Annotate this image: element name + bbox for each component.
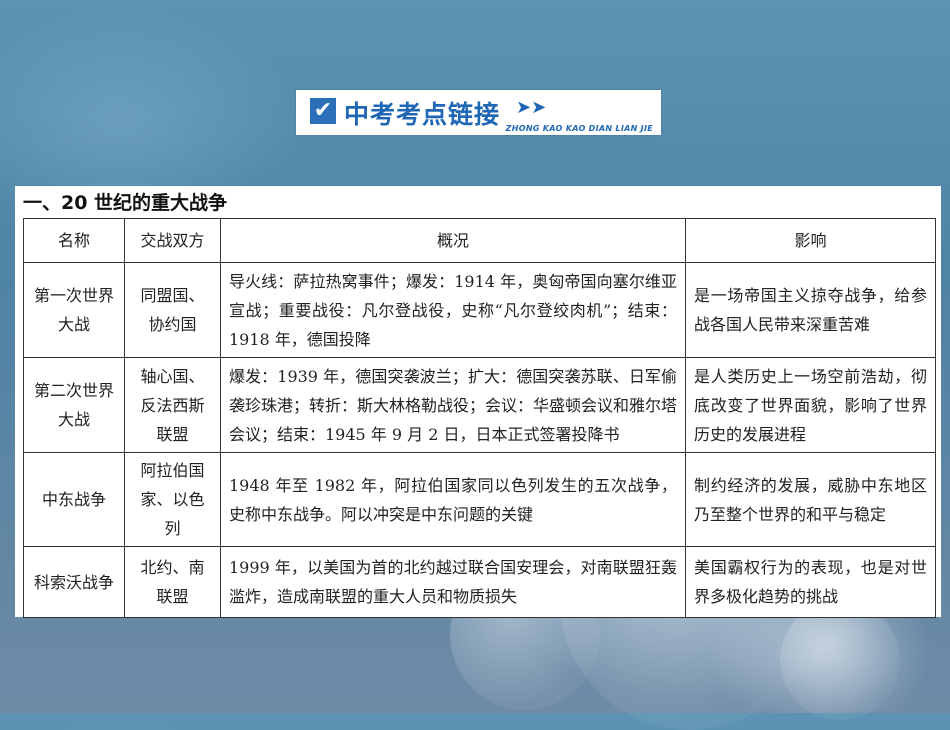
header-impact: 影响 (685, 218, 936, 263)
table-row: 科索沃战争 北约、南联盟 1999 年，以美国为首的北约越过联合国安理会，对南联… (23, 546, 936, 618)
war-overview: 1948 年至 1982 年，阿拉伯国家同以色列发生的五次战争，史称中东战争。阿… (220, 452, 686, 547)
table-row: 第二次世界大战 轴心国、反法西斯联盟 爆发：1939 年，德国突袭波兰；扩大：德… (23, 357, 936, 453)
war-name: 科索沃战争 (23, 546, 125, 618)
war-impact: 美国霸权行为的表现，也是对世界多极化趋势的挑战 (685, 546, 936, 618)
war-impact: 是人类历史上一场空前浩劫，彻底改变了世界面貌，影响了世界历史的发展进程 (685, 357, 936, 453)
header-sides: 交战双方 (124, 218, 221, 263)
banner-pinyin: ZHONG KAO KAO DIAN LIAN JIE (505, 124, 653, 133)
table-header-row: 名称 交战双方 概况 影响 (23, 218, 936, 263)
header-name: 名称 (23, 218, 125, 263)
table-row: 中东战争 阿拉伯国家、以色列 1948 年至 1982 年，阿拉伯国家同以色列发… (23, 452, 936, 547)
war-impact: 制约经济的发展，威胁中东地区乃至整个世界的和平与稳定 (685, 452, 936, 547)
war-sides: 轴心国、反法西斯联盟 (124, 357, 221, 453)
war-name: 第二次世界大战 (23, 357, 125, 453)
wars-table: 名称 交战双方 概况 影响 第一次世界大战 同盟国、协约国 导火线：萨拉热窝事件… (23, 218, 936, 618)
section-banner: ✔ 中考考点链接 ➤➤ ZHONG KAO KAO DIAN LIAN JIE (296, 90, 661, 135)
double-arrow-icon: ➤➤ (516, 97, 547, 118)
background-bubble (780, 600, 900, 720)
content-panel: 一、20 世纪的重大战争 名称 交战双方 概况 影响 第一次世界大战 同盟国、协… (15, 186, 941, 618)
check-box-icon: ✔ (310, 98, 336, 124)
table-row: 第一次世界大战 同盟国、协约国 导火线：萨拉热窝事件；爆发：1914 年，奥匈帝… (23, 262, 936, 358)
war-sides: 同盟国、协约国 (124, 262, 221, 358)
header-overview: 概况 (220, 218, 686, 263)
war-overview: 导火线：萨拉热窝事件；爆发：1914 年，奥匈帝国向塞尔维亚宣战；重要战役：凡尔… (220, 262, 686, 358)
war-sides: 北约、南联盟 (124, 546, 221, 618)
war-sides: 阿拉伯国家、以色列 (124, 452, 221, 547)
war-overview: 爆发：1939 年，德国突袭波兰；扩大：德国突袭苏联、日军偷袭珍珠港；转折：斯大… (220, 357, 686, 453)
war-name: 中东战争 (23, 452, 125, 547)
section-title: 一、20 世纪的重大战争 (23, 192, 228, 214)
war-impact: 是一场帝国主义掠夺战争，给参战各国人民带来深重苦难 (685, 262, 936, 358)
war-overview: 1999 年，以美国为首的北约越过联合国安理会，对南联盟狂轰滥炸，造成南联盟的重… (220, 546, 686, 618)
war-name: 第一次世界大战 (23, 262, 125, 358)
banner-title: 中考考点链接 (344, 100, 501, 129)
